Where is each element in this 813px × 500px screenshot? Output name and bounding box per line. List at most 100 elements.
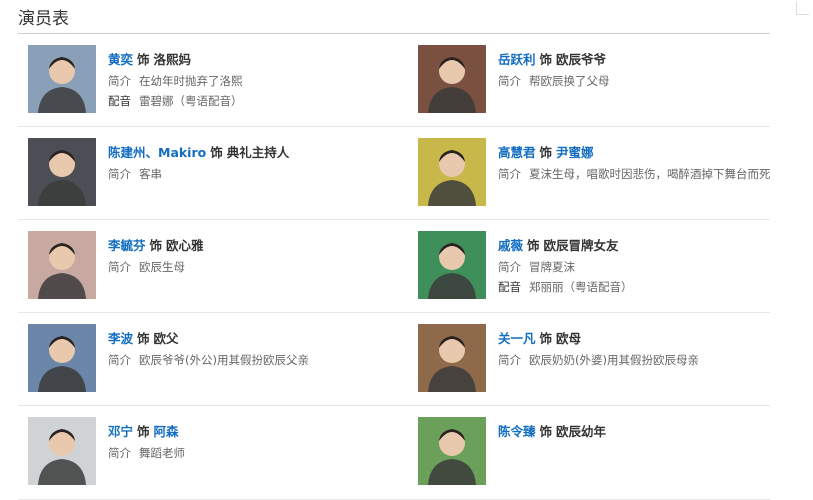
actor-photo[interactable] [28, 417, 96, 485]
actor-photo[interactable] [28, 138, 96, 206]
actor-photo[interactable] [418, 324, 486, 392]
plays-as-label: 饰 [137, 424, 150, 439]
cast-heading: 戚薇饰欧辰冒牌女友 [498, 237, 788, 255]
plays-as-label: 饰 [137, 331, 150, 346]
detail-label: 简介 [108, 446, 131, 460]
detail-text: 欧辰生母 [139, 260, 185, 274]
cast-info: 关一凡饰欧母简介 欧辰奶奶(外婆)用其假扮欧辰母亲 [498, 330, 788, 368]
detail-text: 郑丽丽（粤语配音） [529, 280, 633, 294]
cast-detail-line: 简介 欧辰奶奶(外婆)用其假扮欧辰母亲 [498, 352, 788, 368]
actor-name-link[interactable]: 黄奕 [108, 52, 133, 67]
cast-info: 陈建州、Makiro 饰典礼主持人 简介 客串 [108, 144, 398, 182]
cast-info: 高慧君饰尹蜜娜 简介 夏沫生母，唱歌时因悲伤，喝醉酒掉下舞台而死 [498, 144, 788, 182]
cast-detail-line: 简介 客串 [108, 166, 398, 182]
cast-heading: 李毓芬饰欧心雅 [108, 237, 398, 255]
cast-card: 邓宁饰阿森简介 舞蹈老师 [28, 417, 388, 489]
cast-info: 李毓芬饰欧心雅 简介 欧辰生母 [108, 237, 398, 275]
cast-detail-line: 简介 欧辰生母 [108, 259, 398, 275]
cast-detail-line: 简介 冒牌夏沫 [498, 259, 788, 275]
cast-card: 高慧君饰尹蜜娜简介 夏沫生母，唱歌时因悲伤，喝醉酒掉下舞台而死 [418, 138, 778, 210]
actor-name-link[interactable]: 戚薇 [498, 238, 523, 253]
detail-label: 简介 [108, 260, 131, 274]
cast-heading: 邓宁饰阿森 [108, 423, 398, 441]
cast-info: 陈令臻饰欧辰幼年 [498, 423, 788, 441]
detail-text: 客串 [139, 167, 162, 181]
detail-text: 帮欧辰换了父母 [529, 74, 610, 88]
plays-as-label: 饰 [137, 52, 150, 67]
actor-name-link[interactable]: 岳跃利 [498, 52, 536, 67]
cast-info: 李波饰欧父简介 欧辰爷爷(外公)用其假扮欧辰父亲 [108, 330, 398, 368]
cast-detail-line: 简介 欧辰爷爷(外公)用其假扮欧辰父亲 [108, 352, 398, 368]
detail-text: 夏沫生母，唱歌时因悲伤，喝醉酒掉下舞台而死 [529, 167, 771, 181]
cast-row: 李毓芬饰欧心雅 简介 欧辰生母 戚薇 饰 欧辰冒牌女友简介 冒牌夏沫 配音 郑丽丽（粤语配音） [18, 220, 770, 313]
cast-heading: 黄奕饰洛熙妈 [108, 51, 398, 69]
portrait-image [418, 231, 486, 299]
portrait-image [28, 231, 96, 299]
actor-name-link[interactable]: 李毓芬 [108, 238, 146, 253]
actor-name-link[interactable]: 高慧君 [498, 145, 536, 160]
actor-name-link[interactable]: 陈令臻 [498, 424, 536, 439]
detail-text: 冒牌夏沫 [529, 260, 575, 274]
actor-photo[interactable] [418, 231, 486, 299]
cast-detail-line: 简介 在幼年时抛弃了洛熙 [108, 73, 398, 89]
portrait-image [28, 45, 96, 113]
cast-heading: 李波饰欧父 [108, 330, 398, 348]
actor-photo[interactable] [28, 231, 96, 299]
plays-as-label: 饰 [539, 145, 553, 160]
cast-row: 黄奕饰洛熙妈 简介 在幼年时抛弃了洛熙 配音 雷碧娜（粤语配音） 岳跃利饰欧辰爷爷 简介 帮欧… [18, 34, 770, 127]
detail-label: 配音 [108, 94, 131, 108]
plays-as-label: 饰 [539, 424, 553, 439]
detail-text: 雷碧娜（粤语配音） [139, 94, 243, 108]
cast-heading: 陈建州、Makiro 饰典礼主持人 [108, 144, 398, 162]
actor-name-link[interactable]: 邓宁 [108, 424, 133, 439]
portrait-image [418, 417, 486, 485]
cast-card: 陈令臻饰欧辰幼年 [418, 417, 778, 489]
actor-photo[interactable] [418, 45, 486, 113]
role-name: 欧母 [556, 331, 582, 346]
plays-as-label: 饰 [539, 52, 553, 67]
cast-heading: 高慧君饰尹蜜娜 [498, 144, 788, 162]
detail-label: 简介 [108, 74, 131, 88]
detail-label: 简介 [108, 167, 131, 181]
portrait-image [28, 138, 96, 206]
role-name[interactable]: 阿森 [154, 424, 179, 439]
actor-photo[interactable] [28, 45, 96, 113]
plays-as-label: 饰 [539, 331, 553, 346]
cast-card: 黄奕饰洛熙妈 简介 在幼年时抛弃了洛熙 配音 雷碧娜（粤语配音） [28, 45, 388, 117]
detail-text: 舞蹈老师 [139, 446, 185, 460]
detail-label: 简介 [498, 353, 521, 367]
portrait-image [28, 324, 96, 392]
actor-name-link[interactable]: 李波 [108, 331, 133, 346]
section-title: 演员表 [18, 9, 69, 29]
actor-photo[interactable] [418, 138, 486, 206]
detail-text: 欧辰爷爷(外公)用其假扮欧辰父亲 [139, 353, 309, 367]
detail-label: 配音 [498, 280, 521, 294]
detail-label: 简介 [498, 167, 521, 181]
role-name: 欧辰爷爷 [556, 52, 607, 67]
cast-detail-line: 简介 夏沫生母，唱歌时因悲伤，喝醉酒掉下舞台而死 [498, 166, 788, 182]
cast-info: 岳跃利饰欧辰爷爷简介 帮欧辰换了父母 [498, 51, 788, 89]
role-name: 欧心雅 [166, 238, 204, 253]
role-name: 典礼主持人 [226, 145, 290, 160]
role-name: 洛熙妈 [153, 52, 192, 67]
cast-card: 陈建州、Makiro 饰典礼主持人 简介 客串 [28, 138, 388, 210]
actor-photo[interactable] [28, 324, 96, 392]
cast-card: 李毓芬饰欧心雅简介 欧辰生母 [28, 231, 388, 303]
cast-detail-line: 配音 郑丽丽（粤语配音） [498, 279, 788, 295]
cast-detail-line: 简介 帮欧辰换了父母 [498, 73, 788, 89]
role-name: 欧父 [153, 331, 179, 346]
cast-card: 戚薇饰欧辰冒牌女友 简介 冒牌夏沫 配音 郑丽丽（粤语配音） [418, 231, 778, 303]
cast-detail-line: 配音 雷碧娜（粤语配音） [108, 93, 398, 109]
plays-as-label: 饰 [149, 238, 163, 253]
portrait-image [418, 45, 486, 113]
portrait-image [418, 324, 486, 392]
actor-photo[interactable] [418, 417, 486, 485]
role-name: 欧辰幼年 [556, 424, 607, 439]
actor-name-link[interactable]: 关一凡 [498, 331, 536, 346]
role-name[interactable]: 尹蜜娜 [556, 145, 594, 160]
cast-row: 李波饰欧父 简介 欧辰爷爷(外公)用其假扮欧辰父亲 关一凡饰欧母 简介 欧辰奶奶(外婆)用… [18, 313, 770, 406]
role-name: 欧辰冒牌女友 [543, 238, 619, 253]
actor-name-link[interactable]: 陈建州、Makiro [108, 145, 206, 160]
portrait-image [418, 138, 486, 206]
detail-text: 欧辰奶奶(外婆)用其假扮欧辰母亲 [529, 353, 699, 367]
